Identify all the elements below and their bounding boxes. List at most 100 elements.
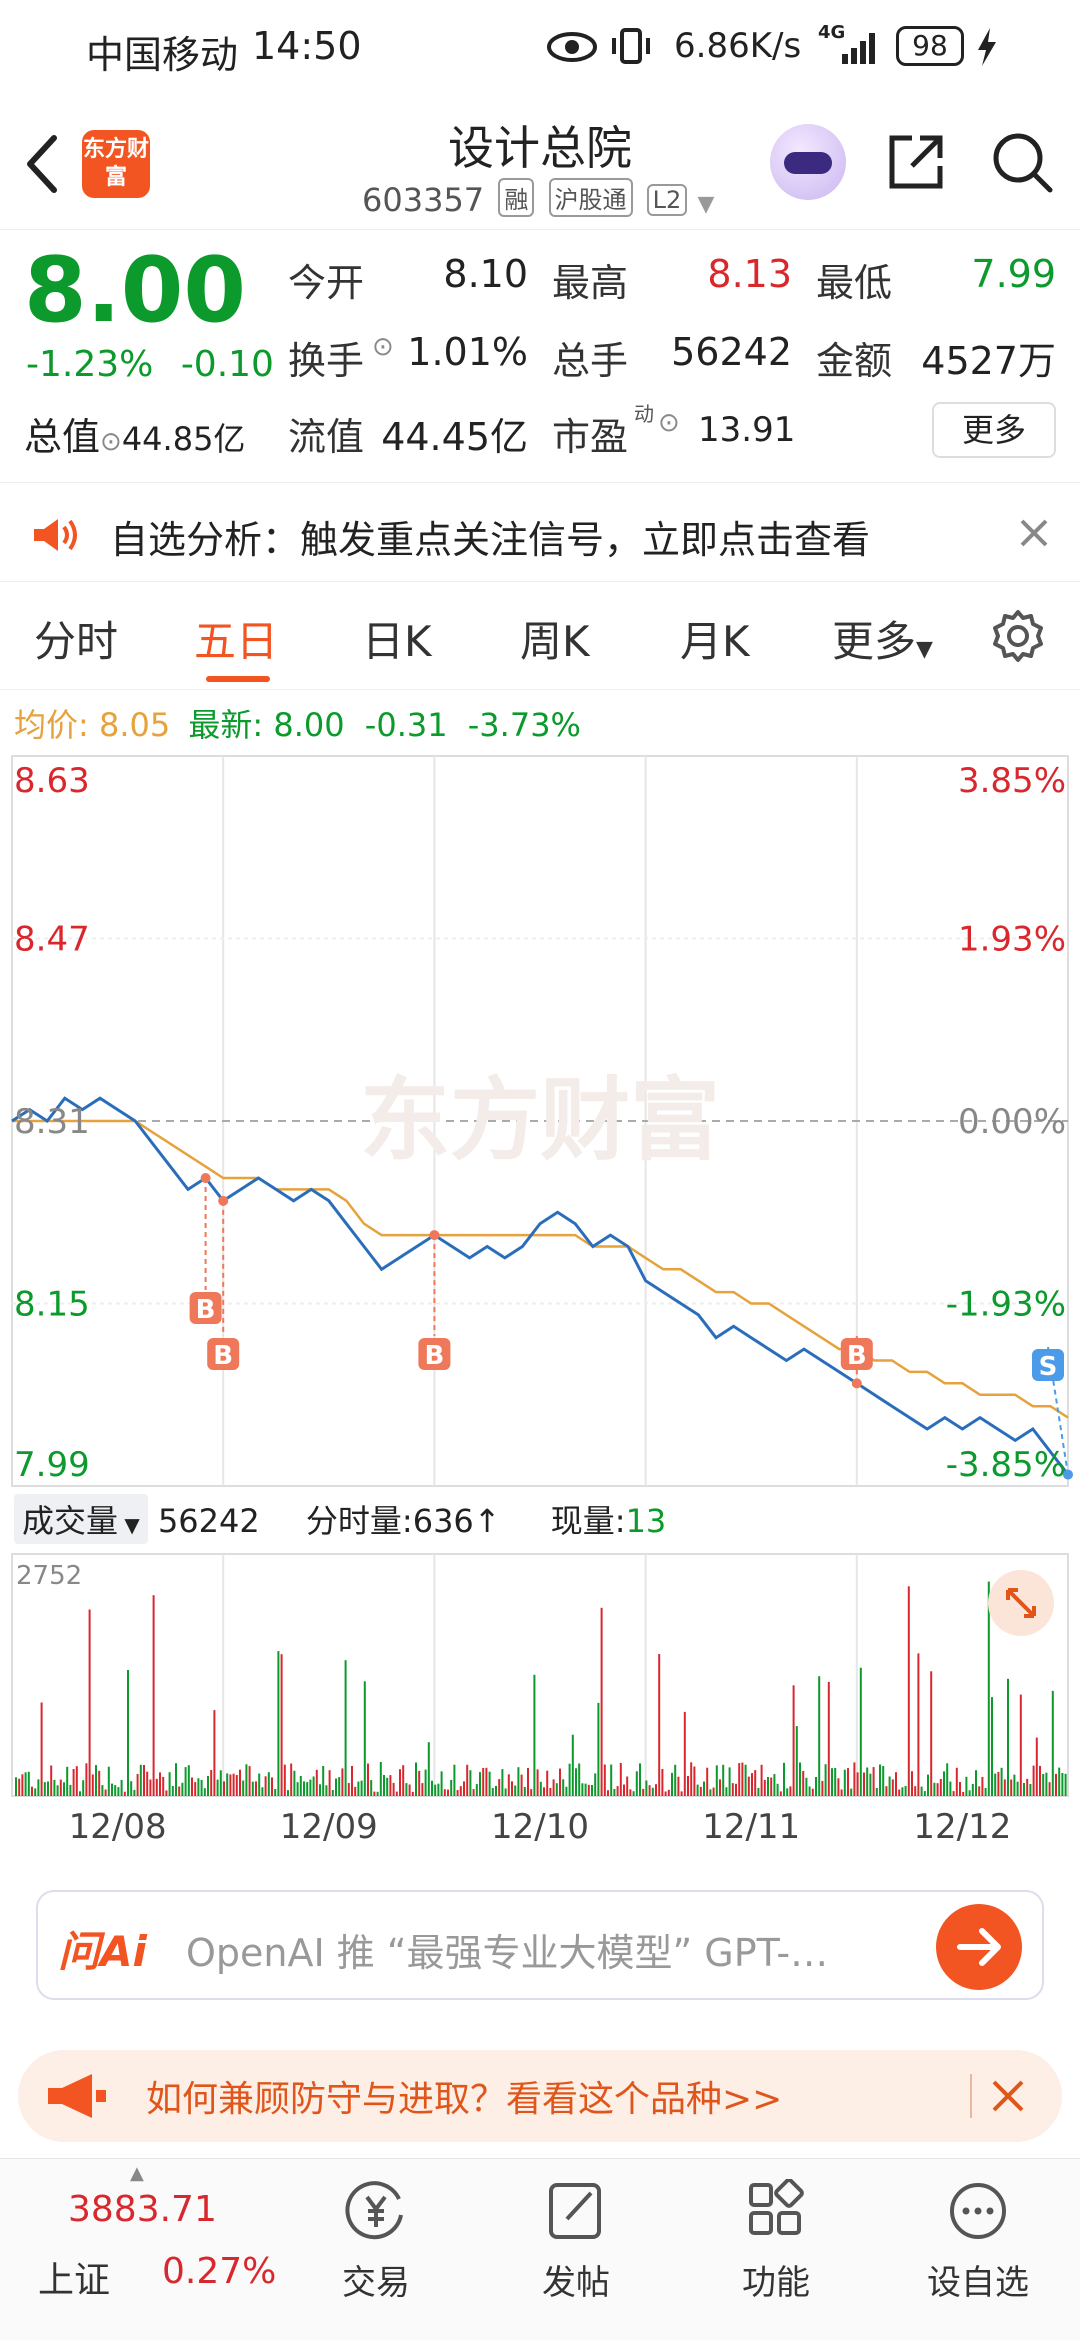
y-tick-left: 8.15 bbox=[14, 1285, 90, 1325]
open-value: 8.10 bbox=[443, 252, 528, 296]
close-promo-icon[interactable] bbox=[988, 2076, 1028, 2116]
turnover-info-icon[interactable]: ⊙ bbox=[372, 332, 394, 362]
total-cap[interactable]: 总值⊙44.85亿 bbox=[24, 406, 245, 461]
tag-connect: 沪股通 bbox=[548, 178, 633, 217]
stock-code-line: 603357 融 沪股通 L2 ▼ bbox=[362, 178, 714, 219]
tick-volume-value: 636↑ bbox=[412, 1502, 501, 1540]
ai-submit-button[interactable] bbox=[936, 1904, 1022, 1990]
chevron-down-icon: ▼ bbox=[916, 637, 933, 662]
y-tick-right: 1.93% bbox=[958, 920, 1066, 960]
nav-add-watchlist-label: 设自选 bbox=[927, 2263, 1029, 2303]
signal-label: B bbox=[847, 1341, 867, 1371]
amount-value: 4527万 bbox=[921, 339, 1056, 383]
high-value: 8.13 bbox=[707, 252, 792, 296]
volume-total: 56242 bbox=[157, 1502, 260, 1540]
tick-volume-label: 分时量: bbox=[305, 1502, 413, 1540]
yen-circle-icon bbox=[345, 2181, 403, 2240]
nav-functions-label: 功能 bbox=[742, 2263, 810, 2303]
volume-label: 总手 bbox=[552, 339, 629, 383]
clock: 14:50 bbox=[252, 24, 362, 68]
pe-info-icon[interactable]: ⊙ bbox=[658, 408, 680, 438]
search-icon[interactable] bbox=[990, 130, 1054, 194]
price-change: -1.23% -0.10 bbox=[26, 344, 274, 385]
high-label: 最高 bbox=[552, 261, 629, 305]
net-speed: 6.86K/s bbox=[674, 26, 802, 66]
stock-code: 603357 bbox=[362, 181, 485, 219]
signal-icon bbox=[842, 33, 875, 64]
info-icon: ⊙ bbox=[100, 427, 122, 457]
expand-icon[interactable] bbox=[988, 1570, 1054, 1636]
signal-label: B bbox=[424, 1341, 444, 1371]
expand-up-icon[interactable]: ▲ bbox=[130, 2163, 144, 2184]
current-volume-value: 13 bbox=[625, 1502, 667, 1540]
index-change: 0.27% bbox=[162, 2251, 277, 2292]
nav-trade-label: 交易 bbox=[342, 2263, 410, 2303]
volume-selector-label: 成交量 bbox=[22, 1502, 119, 1540]
more-dots-icon bbox=[950, 2183, 1006, 2239]
tab-daily-k[interactable]: 日K bbox=[362, 608, 432, 669]
dropdown-icon: ▼ bbox=[118, 1513, 140, 1537]
notice-text: 自选分析：触发重点关注信号，立即点击查看 bbox=[110, 518, 871, 562]
latest-change-pct: -3.73% bbox=[467, 706, 581, 744]
low-label: 最低 bbox=[816, 261, 893, 305]
stock-detail-page: 中国移动 14:50 6.86K/s 4G 98 东方财富 设计总院 60335… bbox=[0, 0, 1080, 2340]
x-axis-date-label: 12/10 bbox=[491, 1807, 589, 1847]
turnover-label: 换手 bbox=[288, 339, 365, 383]
float-cap-label: 流值 bbox=[288, 415, 365, 459]
tab-more[interactable]: 更多▼ bbox=[832, 608, 933, 669]
index-value[interactable]: 3883.71 bbox=[68, 2189, 217, 2230]
active-tab-indicator bbox=[206, 676, 270, 682]
volume-value: 56242 bbox=[671, 330, 792, 374]
five-day-price-chart[interactable]: 东方财富 8.63 3.85% 8.47 1.93% 8.31 0.00% 8.15 -1.93… bbox=[0, 750, 1080, 1495]
tab-monthly-k[interactable]: 月K bbox=[680, 608, 750, 669]
tab-intraday[interactable]: 分时 bbox=[34, 608, 118, 669]
signal-label: S bbox=[1039, 1352, 1058, 1382]
nav-trade[interactable]: 交易 bbox=[306, 2179, 446, 2304]
y-tick-left: 7.99 bbox=[14, 1445, 90, 1485]
close-icon[interactable] bbox=[1018, 517, 1050, 549]
more-quote-button[interactable]: 更多 bbox=[932, 402, 1056, 458]
nav-add-watchlist[interactable]: 设自选 bbox=[908, 2179, 1048, 2304]
low-value: 7.99 bbox=[971, 252, 1056, 296]
x-axis-date-label: 12/12 bbox=[913, 1807, 1011, 1847]
avg-value: 8.05 bbox=[98, 706, 171, 744]
share-icon[interactable] bbox=[884, 130, 948, 194]
status-bar: 中国移动 14:50 6.86K/s 4G 98 bbox=[0, 0, 1080, 96]
edit-icon bbox=[549, 2183, 601, 2239]
watermark-text: 东方财富 bbox=[360, 1068, 720, 1173]
grid-icon bbox=[749, 2178, 804, 2235]
ai-robot-icon[interactable] bbox=[770, 124, 846, 200]
latest-value: 8.00 bbox=[273, 706, 345, 744]
speaker-icon bbox=[34, 519, 77, 551]
vibrate-icon bbox=[612, 28, 650, 64]
pe-dynamic-mark: 动 bbox=[634, 402, 654, 426]
tab-five-day[interactable]: 五日 bbox=[194, 608, 278, 669]
avg-label: 均价: bbox=[14, 706, 89, 744]
nav-post[interactable]: 发帖 bbox=[506, 2179, 646, 2304]
carrier: 中国移动 bbox=[86, 33, 239, 77]
current-price: 8.00 bbox=[24, 238, 247, 343]
charging-icon bbox=[978, 28, 996, 66]
x-axis-date-label: 12/11 bbox=[702, 1807, 800, 1847]
bottom-nav: ▲ 3883.71 上证 0.27% 交易 发帖 功能 设自选 bbox=[0, 2158, 1080, 2340]
y-tick-right: 3.85% bbox=[958, 761, 1066, 801]
y-tick-right: -3.85% bbox=[946, 1445, 1066, 1485]
turnover-value: 1.01% bbox=[407, 330, 528, 374]
volume-chart[interactable]: 2752 12/08 12/09 12/10 12/11 12/12 bbox=[0, 1550, 1080, 1850]
dropdown-arrow-icon[interactable]: ▼ bbox=[697, 192, 714, 217]
analysis-notice[interactable]: 自选分析：触发重点关注信号，立即点击查看 bbox=[0, 482, 1080, 582]
ai-ask-bar[interactable]: 问Ai OpenAI 推 “最强专业大模型” GPT-… bbox=[36, 1890, 1044, 2000]
signal-label: B bbox=[213, 1341, 233, 1371]
eye-icon bbox=[547, 32, 597, 62]
settings-gear-icon[interactable] bbox=[990, 608, 1046, 664]
x-axis-date-label: 12/09 bbox=[280, 1807, 378, 1847]
tab-weekly-k[interactable]: 周K bbox=[520, 608, 590, 669]
volume-indicator-select[interactable]: 成交量 ▼ bbox=[14, 1494, 148, 1544]
tag-margin: 融 bbox=[498, 178, 535, 217]
promo-banner[interactable]: 如何兼顾防守与进取？看看这个品种>> bbox=[18, 2050, 1062, 2142]
quote-panel: 8.00 -1.23% -0.10 总值⊙44.85亿 今开 8.10 最高 8… bbox=[0, 230, 1080, 480]
promo-text: 如何兼顾防守与进取？看看这个品种>> bbox=[146, 2079, 783, 2120]
nav-functions[interactable]: 功能 bbox=[706, 2178, 846, 2304]
battery-icon: 98 bbox=[896, 26, 964, 66]
tag-level2: L2 bbox=[646, 184, 688, 216]
